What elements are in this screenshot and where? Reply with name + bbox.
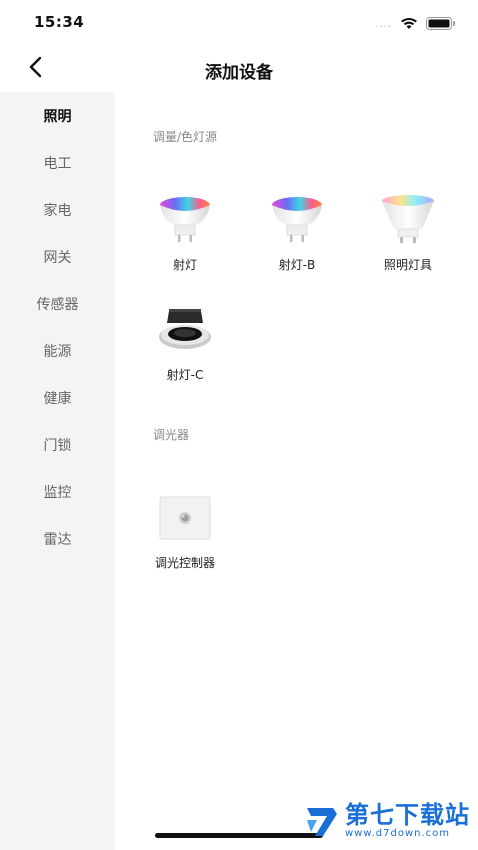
- page-title: 添加设备: [205, 63, 273, 83]
- sidebar-item-sensor[interactable]: 传感器: [0, 280, 115, 327]
- device-lighting-fixture[interactable]: 照明灯具: [366, 190, 450, 273]
- section-title-color-lights: 调量/色灯源: [153, 130, 218, 144]
- sidebar-item-energy[interactable]: 能源: [0, 327, 115, 374]
- rgb-spotlight-bulb-icon: [155, 190, 215, 250]
- status-icons: ....: [375, 15, 456, 34]
- device-dimmer-controller[interactable]: 调光控制器: [143, 488, 227, 571]
- device-list: 调量/色灯源 射灯 射灯-B 照明灯具 射灯-C 调光器 调光控制器: [115, 92, 478, 850]
- recessed-downlight-icon: [155, 300, 215, 360]
- category-sidebar: 照明 电工 家电 网关 传感器 能源 健康 门锁 监控 雷达: [0, 92, 115, 850]
- home-indicator[interactable]: [155, 833, 323, 838]
- device-label: 调光控制器: [154, 556, 215, 570]
- device-label: 射灯-B: [278, 258, 316, 272]
- device-spotlight[interactable]: 射灯: [143, 190, 227, 273]
- watermark-name: 第七下载站: [345, 801, 470, 829]
- device-spotlight-b[interactable]: 射灯-B: [255, 190, 339, 273]
- sidebar-item-health[interactable]: 健康: [0, 374, 115, 421]
- sidebar-item-gateway[interactable]: 网关: [0, 233, 115, 280]
- battery-icon: [426, 15, 456, 34]
- watermark-url: www.d7down.com: [345, 828, 451, 839]
- status-time: 15:34: [34, 13, 85, 31]
- rgb-spotlight-bulb-icon: [267, 190, 327, 250]
- sidebar-item-door-lock[interactable]: 门锁: [0, 421, 115, 468]
- sidebar-item-appliances[interactable]: 家电: [0, 186, 115, 233]
- wifi-icon: [400, 15, 418, 34]
- watermark-text: 第七下载站 www.d7down.com: [345, 803, 470, 839]
- device-label: 照明灯具: [383, 258, 432, 272]
- sidebar-item-monitoring[interactable]: 监控: [0, 468, 115, 515]
- device-spotlight-c[interactable]: 射灯-C: [143, 300, 227, 383]
- watermark: 第七下载站 www.d7down.com: [303, 802, 470, 840]
- sidebar-item-electrical[interactable]: 电工: [0, 139, 115, 186]
- d7-logo-icon: [303, 802, 341, 840]
- device-label: 射灯-C: [166, 368, 204, 382]
- section-title-dimmers: 调光器: [153, 428, 190, 442]
- sidebar-item-radar[interactable]: 雷达: [0, 515, 115, 562]
- signal-dots: ....: [375, 19, 392, 30]
- rgb-gu10-bulb-icon: [378, 190, 438, 250]
- nav-bar: 添加设备: [0, 46, 478, 92]
- status-bar: 15:34 ....: [0, 0, 478, 46]
- dimmer-panel-icon: [155, 488, 215, 548]
- device-label: 射灯: [172, 258, 197, 272]
- sidebar-item-lighting[interactable]: 照明: [0, 92, 115, 139]
